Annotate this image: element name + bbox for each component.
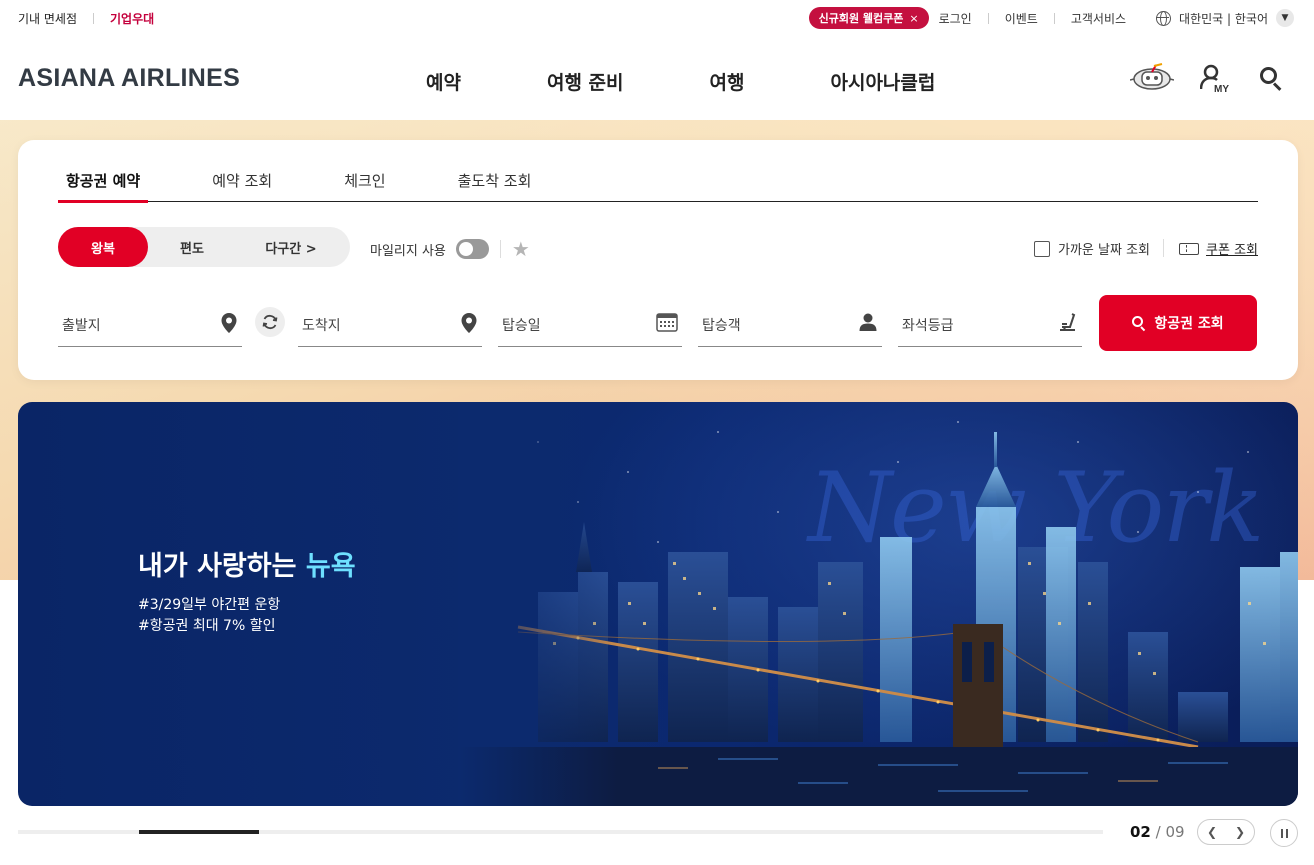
trip-round-trip[interactable]: 왕복 — [58, 227, 148, 267]
nav-item-asiana-club[interactable]: 아시아나클럽 — [830, 68, 935, 95]
swap-route-button[interactable] — [255, 307, 285, 337]
trip-multi-city[interactable]: 다구간 > — [236, 227, 346, 267]
utility-left: 기내 면세점 기업우대 — [18, 10, 154, 27]
banner-line-1: #3/29일부 야간편 운항 — [138, 597, 281, 613]
utility-right: 신규회원 웰컴쿠폰 × 로그인 이벤트 고객서비스 대한민국 | 한국어 ▼ — [808, 7, 1294, 29]
current-page: 02 — [1130, 823, 1151, 841]
divider — [93, 13, 95, 24]
trip-one-way[interactable]: 편도 — [148, 227, 236, 267]
cabin-class-field[interactable]: 좌석등급 — [898, 295, 1082, 347]
chevron-down-icon: ▼ — [1276, 9, 1294, 27]
welcome-coupon-badge[interactable]: 신규회원 웰컴쿠폰 × — [808, 7, 929, 29]
search-icon[interactable] — [1258, 65, 1284, 91]
star-icon[interactable]: ★ — [512, 239, 530, 259]
location-pin-icon — [460, 312, 478, 338]
coupon-lookup-link[interactable]: 쿠폰 조회 — [1179, 239, 1258, 258]
main-header: ASIANA AIRLINES 예약 여행 준비 여행 아시아나클럽 MY — [0, 36, 1314, 120]
seat-icon — [1058, 312, 1078, 338]
location-pin-icon — [220, 312, 238, 338]
tab-flight-booking[interactable]: 항공권 예약 — [58, 170, 149, 203]
utility-bar: 기내 면세점 기업우대 신규회원 웰컴쿠폰 × 로그인 이벤트 고객서비스 대한… — [0, 0, 1314, 36]
my-label: MY — [1214, 84, 1229, 93]
page-separator: / — [1150, 823, 1166, 841]
flight-search-button[interactable]: 항공권 조회 — [1099, 295, 1257, 351]
mileage-toggle[interactable] — [455, 239, 489, 259]
origin-field[interactable]: 출발지 — [58, 295, 242, 347]
person-icon — [858, 312, 878, 336]
nav-item-reservation[interactable]: 예약 — [426, 68, 461, 95]
divider — [987, 12, 989, 24]
corporate-link[interactable]: 기업우대 — [110, 10, 154, 27]
welcome-coupon-label: 신규회원 웰컴쿠폰 — [818, 12, 904, 25]
cabin-label: 좌석등급 — [902, 318, 954, 334]
banner-progress-indicator — [139, 830, 259, 834]
promo-banner[interactable]: New York 내가 사랑하는 뉴욕 #3/29일부 야간편 운항 #항공권 … — [18, 402, 1298, 806]
tab-booking-lookup[interactable]: 예약 조회 — [204, 170, 280, 201]
logo[interactable]: ASIANA AIRLINES — [18, 64, 240, 93]
passengers-field[interactable]: 탑승객 — [698, 295, 882, 347]
tab-flight-status[interactable]: 출도착 조회 — [450, 170, 540, 201]
event-link[interactable]: 이벤트 — [1005, 10, 1038, 27]
departure-date-field[interactable]: 탑승일 — [498, 295, 682, 347]
flight-search-label: 항공권 조회 — [1154, 316, 1224, 332]
banner-title-highlight: 뉴욕 — [305, 551, 356, 582]
nav-item-travel[interactable]: 여행 — [710, 68, 745, 95]
destination-field[interactable]: 도착지 — [298, 295, 482, 347]
divider — [1053, 12, 1055, 24]
pause-button[interactable] — [1270, 819, 1298, 847]
chevron-left-icon[interactable]: ❮ — [1207, 825, 1217, 839]
calendar-icon — [656, 312, 678, 336]
banner-nav-arrows: ❮ ❯ — [1197, 819, 1255, 845]
nearby-dates-checkbox[interactable] — [1034, 240, 1050, 257]
close-icon[interactable]: × — [909, 12, 918, 25]
booking-tabs: 항공권 예약 예약 조회 체크인 출도착 조회 — [58, 170, 1258, 203]
trip-type-selector: 왕복 편도 다구간 > — [58, 227, 350, 267]
destination-label: 도착지 — [302, 318, 341, 334]
language-label: 대한민국 | 한국어 — [1179, 11, 1268, 26]
chatbot-icon[interactable] — [1129, 62, 1175, 94]
tab-check-in[interactable]: 체크인 — [336, 170, 393, 201]
nav-item-travel-prep[interactable]: 여행 준비 — [547, 68, 624, 95]
divider — [1163, 239, 1164, 257]
coupon-lookup-label: 쿠폰 조회 — [1206, 243, 1258, 258]
mileage-option: 마일리지 사용 ★ — [370, 239, 530, 259]
mileage-label: 마일리지 사용 — [370, 243, 446, 259]
language-selector[interactable]: 대한민국 | 한국어 ▼ — [1156, 9, 1294, 27]
globe-icon — [1156, 10, 1172, 26]
search-icon — [1132, 316, 1146, 332]
pause-icon — [1280, 828, 1283, 838]
banner-title: 내가 사랑하는 뉴욕 — [138, 544, 356, 583]
chevron-right-icon[interactable]: ❯ — [1235, 825, 1245, 839]
booking-widget: 항공권 예약 예약 조회 체크인 출도착 조회 왕복 편도 다구간 > 마일리지… — [18, 140, 1298, 380]
login-link[interactable]: 로그인 — [939, 10, 972, 27]
banner-page-counter: 02 / 09 — [1130, 823, 1185, 841]
banner-title-prefix: 내가 사랑하는 — [138, 551, 297, 582]
duty-free-link[interactable]: 기내 면세점 — [18, 10, 77, 27]
header-icons: MY — [1129, 62, 1284, 95]
banner-line-2: #항공권 최대 7% 할인 — [138, 618, 276, 634]
main-nav: 예약 여행 준비 여행 아시아나클럽 — [426, 68, 935, 95]
origin-label: 출발지 — [62, 318, 101, 334]
banner-subtext: #3/29일부 야간편 운항 #항공권 최대 7% 할인 — [138, 595, 280, 637]
ticket-icon — [1179, 242, 1200, 255]
my-page-icon[interactable]: MY — [1199, 63, 1230, 95]
nearby-dates-option[interactable]: 가까운 날짜 조회 — [1034, 239, 1150, 258]
divider — [499, 240, 501, 258]
date-label: 탑승일 — [502, 318, 541, 334]
nearby-dates-label: 가까운 날짜 조회 — [1058, 243, 1150, 258]
swap-icon — [262, 314, 278, 330]
passengers-label: 탑승객 — [702, 318, 741, 334]
total-pages: 09 — [1165, 823, 1185, 841]
customer-service-link[interactable]: 고객서비스 — [1071, 10, 1126, 27]
